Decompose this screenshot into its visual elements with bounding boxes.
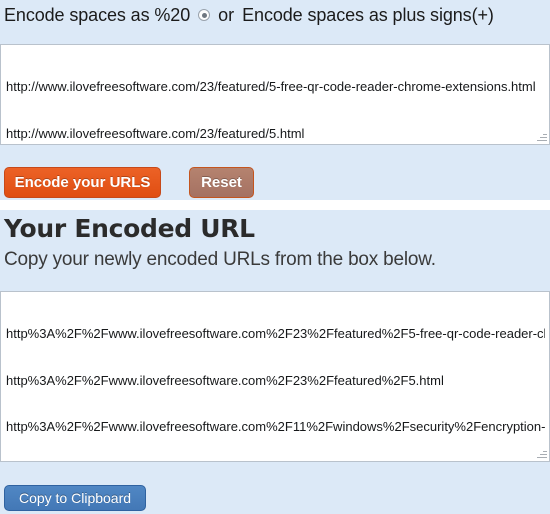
urls-output-textarea[interactable]: http%3A%2F%2Fwww.ilovefreesoftware.com%2…: [0, 291, 550, 462]
result-subtitle: Copy your newly encoded URLs from the bo…: [4, 249, 436, 270]
output-line: http%3A%2F%2Fwww.ilovefreesoftware.com%2…: [6, 326, 545, 341]
textarea-resize-handle-icon[interactable]: [535, 447, 548, 460]
option-separator-label: or: [218, 4, 235, 25]
output-line: http%3A%2F%2Fwww.ilovefreesoftware.com%2…: [6, 372, 444, 388]
textarea-resize-handle-icon[interactable]: [535, 130, 548, 143]
percent-option-label: Encode spaces as %20: [4, 4, 191, 25]
urls-input-content: http://www.ilovefreesoftware.com/23/feat…: [1, 45, 549, 144]
urls-output-content: http%3A%2F%2Fwww.ilovefreesoftware.com%2…: [1, 292, 549, 461]
reset-button[interactable]: Reset: [189, 167, 254, 198]
copy-to-clipboard-button[interactable]: Copy to Clipboard: [4, 485, 146, 511]
result-title: Your Encoded URL: [4, 214, 255, 243]
space-encoding-option-row: Encode spaces as %20 or Encode spaces as…: [0, 0, 550, 30]
section-divider: [0, 200, 550, 210]
input-line: http://www.ilovefreesoftware.com/23/feat…: [6, 125, 305, 141]
urls-input-textarea[interactable]: http://www.ilovefreesoftware.com/23/feat…: [0, 44, 550, 145]
percent-encoding-radio[interactable]: [198, 9, 211, 21]
encode-urls-button[interactable]: Encode your URLS: [4, 167, 161, 198]
output-line: http%3A%2F%2Fwww.ilovefreesoftware.com%2…: [6, 419, 545, 434]
result-header: Your Encoded URL Copy your newly encoded…: [0, 210, 550, 291]
action-button-bar: Encode your URLS Reset: [0, 167, 550, 200]
plus-option-label: Encode spaces as plus signs(+): [242, 4, 494, 25]
input-line: http://www.ilovefreesoftware.com/23/feat…: [6, 79, 536, 94]
